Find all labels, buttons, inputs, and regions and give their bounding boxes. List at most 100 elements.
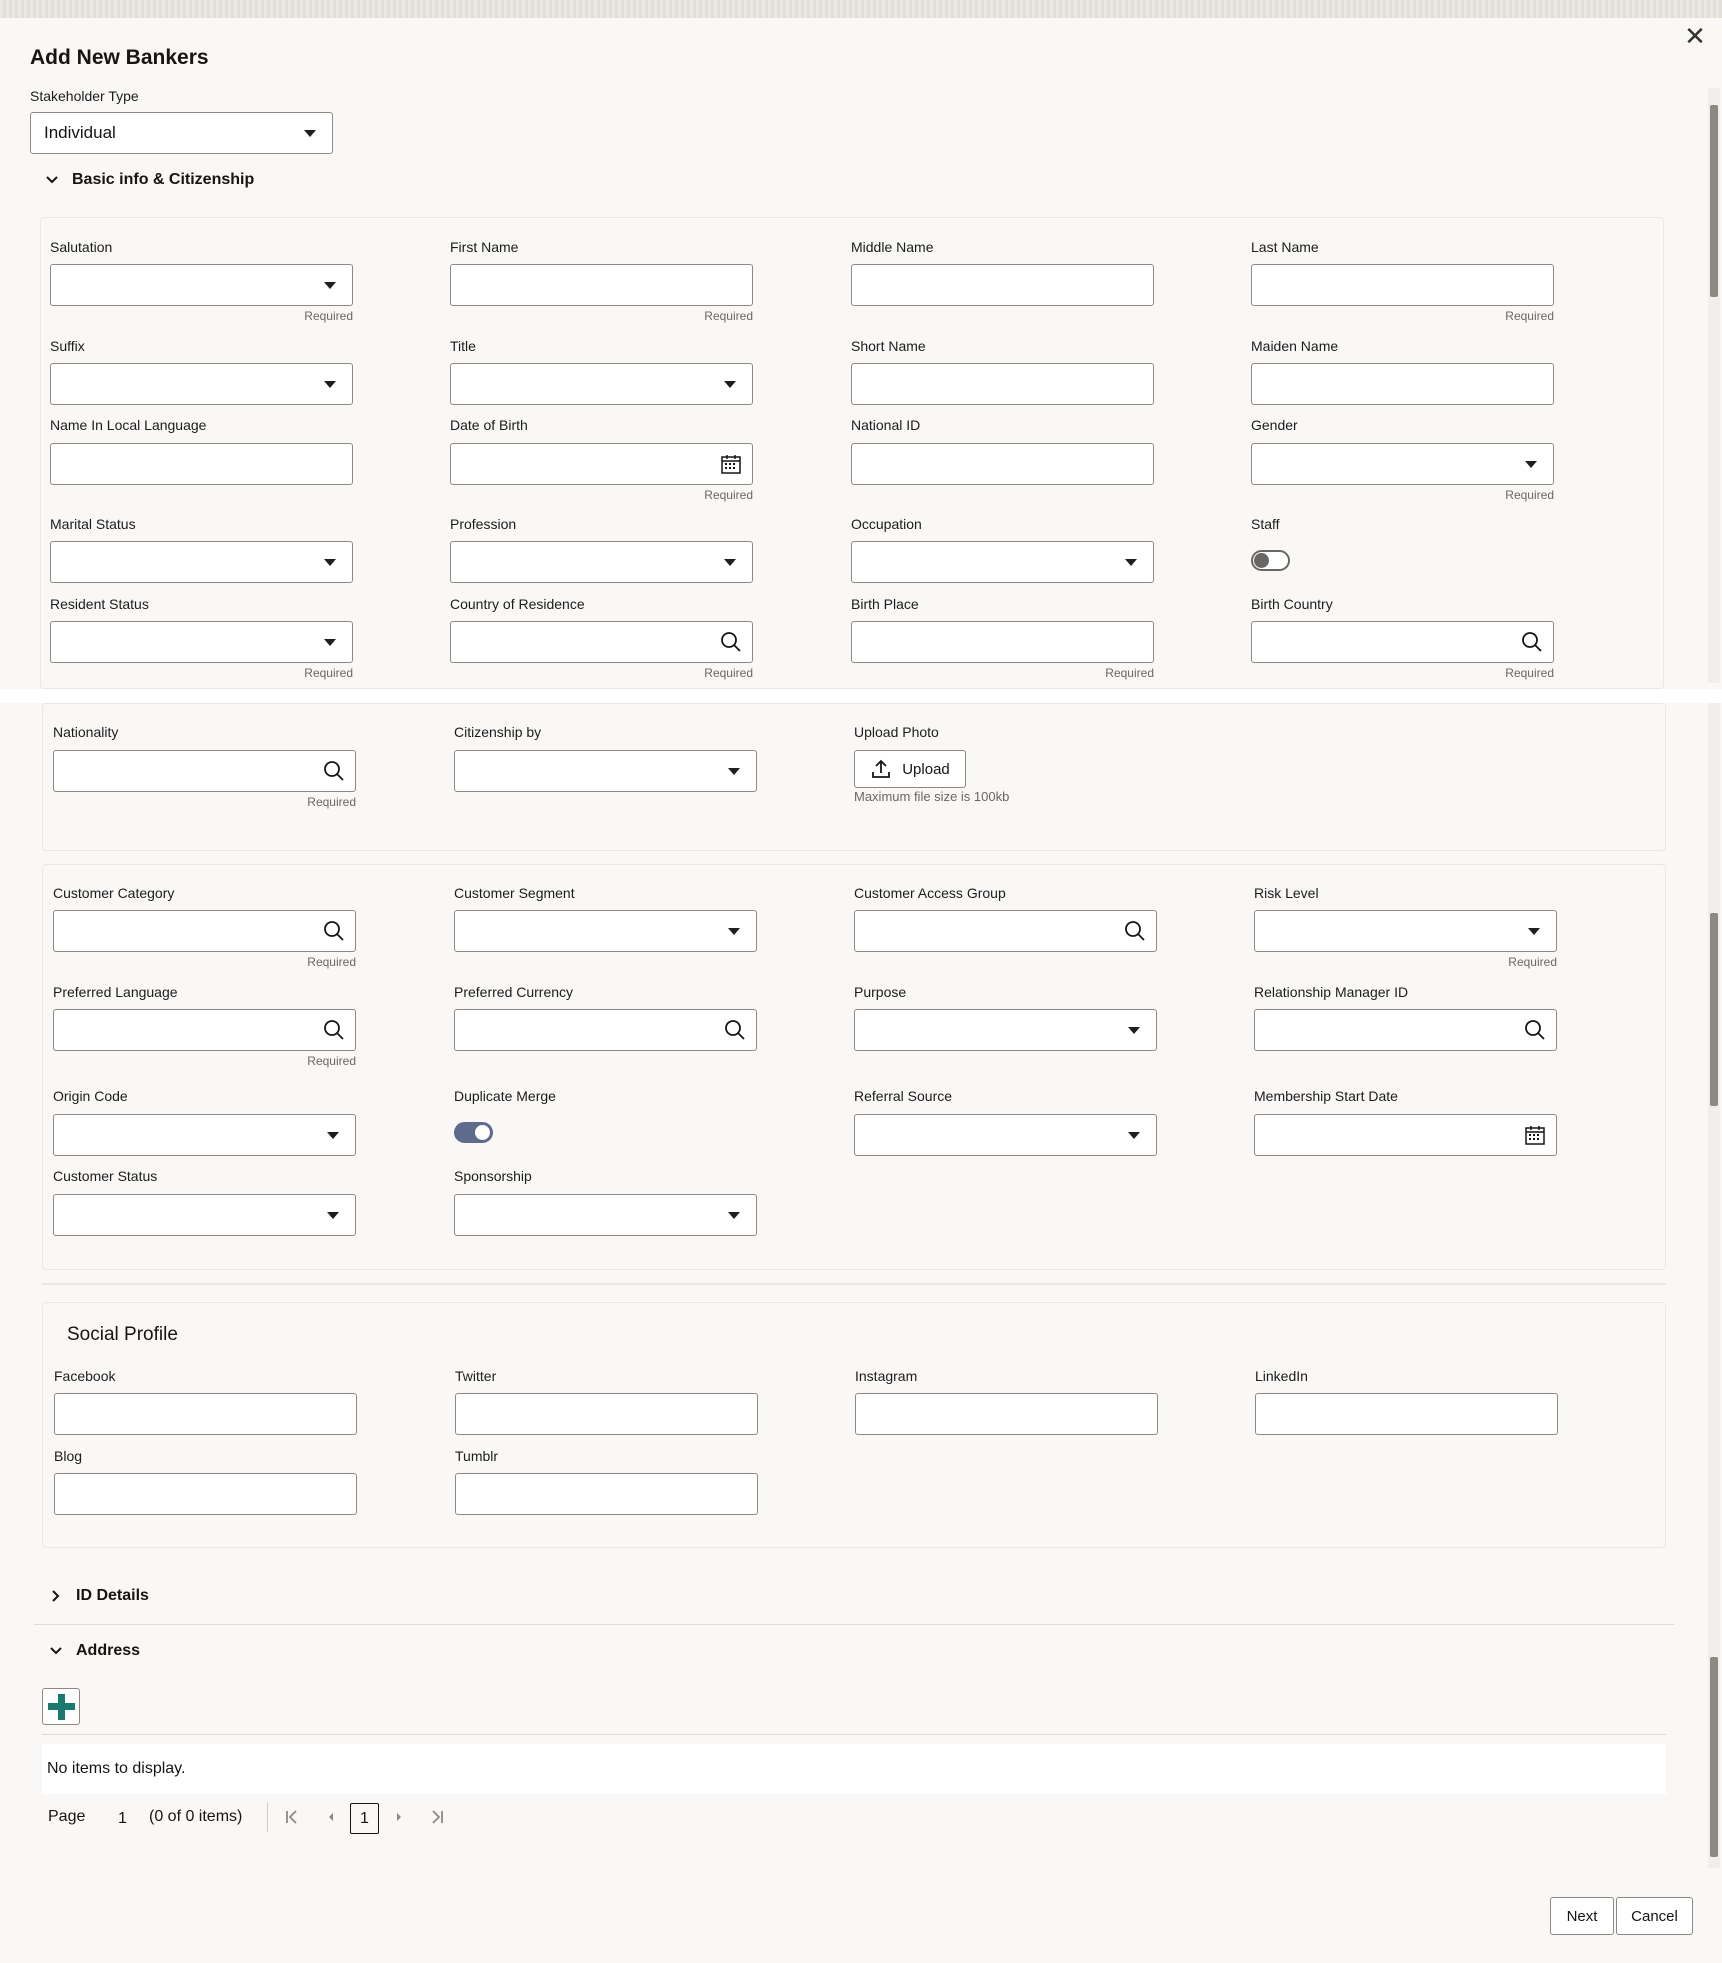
stakeholder-type-label: Stakeholder Type <box>30 88 139 104</box>
scrollbar-bottom[interactable] <box>1708 703 1720 1868</box>
facebook-label: Facebook <box>54 1368 116 1384</box>
calendar-icon[interactable] <box>1524 1124 1546 1146</box>
scrollbar-thumb[interactable] <box>1710 1657 1718 1857</box>
marital-status-label: Marital Status <box>50 516 136 532</box>
search-icon[interactable] <box>323 1019 345 1041</box>
toggle-knob <box>1254 553 1269 568</box>
rm-id-input[interactable] <box>1254 1009 1557 1051</box>
stakeholder-type-select[interactable]: Individual <box>30 112 333 154</box>
last-name-input[interactable] <box>1251 264 1554 306</box>
next-page-icon[interactable] <box>390 1808 408 1826</box>
search-icon[interactable] <box>1521 631 1543 653</box>
close-icon[interactable]: ✕ <box>1683 23 1707 49</box>
maiden-name-input[interactable] <box>1251 363 1554 405</box>
search-icon[interactable] <box>323 760 345 782</box>
last-name-required: Required <box>1505 309 1554 323</box>
preferred-currency-input[interactable] <box>454 1009 757 1051</box>
scrollbar-thumb[interactable] <box>1710 105 1718 297</box>
title-select[interactable] <box>450 363 753 405</box>
purpose-select[interactable] <box>854 1009 1157 1051</box>
resident-status-required: Required <box>304 666 353 680</box>
search-icon[interactable] <box>323 920 345 942</box>
birth-place-label: Birth Place <box>851 596 919 612</box>
customer-access-input[interactable] <box>854 910 1157 952</box>
section-divider <box>34 1624 1674 1625</box>
address-header[interactable]: Address <box>50 1642 140 1660</box>
blog-input[interactable] <box>54 1473 357 1515</box>
twitter-input[interactable] <box>455 1393 758 1435</box>
next-button[interactable]: Next <box>1550 1897 1614 1935</box>
id-details-header[interactable]: ID Details <box>50 1587 149 1605</box>
profession-select[interactable] <box>450 541 753 583</box>
duplicate-merge-label: Duplicate Merge <box>454 1088 556 1104</box>
sponsorship-select[interactable] <box>454 1194 757 1236</box>
marital-status-select[interactable] <box>50 541 353 583</box>
previous-page-icon[interactable] <box>322 1808 340 1826</box>
search-icon[interactable] <box>1124 920 1146 942</box>
birth-country-input[interactable] <box>1251 621 1554 663</box>
country-residence-input[interactable] <box>450 621 753 663</box>
current-page-button[interactable]: 1 <box>350 1803 379 1834</box>
occupation-select[interactable] <box>851 541 1154 583</box>
first-name-required: Required <box>704 309 753 323</box>
add-address-button[interactable] <box>42 1688 80 1725</box>
upload-photo-label: Upload Photo <box>854 724 939 740</box>
local-name-input[interactable] <box>50 443 353 485</box>
staff-toggle[interactable] <box>1251 550 1290 571</box>
gender-select[interactable] <box>1251 443 1554 485</box>
customer-status-select[interactable] <box>53 1194 356 1236</box>
short-name-input[interactable] <box>851 363 1154 405</box>
instagram-input[interactable] <box>855 1393 1158 1435</box>
calendar-icon[interactable] <box>720 453 742 475</box>
resident-status-label: Resident Status <box>50 596 149 612</box>
birth-place-required: Required <box>1105 666 1154 680</box>
first-name-input[interactable] <box>450 264 753 306</box>
scrollbar-top[interactable] <box>1708 88 1720 683</box>
upload-hint: Maximum file size is 100kb <box>854 789 1010 804</box>
cancel-button[interactable]: Cancel <box>1616 1897 1693 1935</box>
linkedin-label: LinkedIn <box>1255 1368 1308 1384</box>
suffix-select[interactable] <box>50 363 353 405</box>
salutation-select[interactable] <box>50 264 353 306</box>
scrollbar-thumb[interactable] <box>1710 913 1718 1106</box>
membership-start-input[interactable] <box>1254 1114 1557 1156</box>
referral-source-select[interactable] <box>854 1114 1157 1156</box>
dob-input[interactable] <box>450 443 753 485</box>
linkedin-input[interactable] <box>1255 1393 1558 1435</box>
risk-level-select[interactable] <box>1254 910 1557 952</box>
nationality-label: Nationality <box>53 724 119 740</box>
membership-start-label: Membership Start Date <box>1254 1088 1398 1104</box>
dob-label: Date of Birth <box>450 417 528 433</box>
gender-label: Gender <box>1251 417 1298 433</box>
table-divider <box>42 1734 1666 1735</box>
gender-required: Required <box>1505 488 1554 502</box>
basic-info-header[interactable]: Basic info & Citizenship <box>46 171 254 189</box>
page-input[interactable]: 1 <box>118 1810 127 1828</box>
customer-category-input[interactable] <box>53 910 356 952</box>
middle-name-input[interactable] <box>851 264 1154 306</box>
origin-code-select[interactable] <box>53 1114 356 1156</box>
first-page-icon[interactable] <box>283 1808 301 1826</box>
capture-seam <box>0 689 1722 703</box>
duplicate-merge-toggle[interactable] <box>454 1122 493 1143</box>
national-id-input[interactable] <box>851 443 1154 485</box>
birth-place-input[interactable] <box>851 621 1154 663</box>
upload-button[interactable]: Upload <box>854 750 966 788</box>
chevron-down-icon <box>46 176 58 184</box>
preferred-language-input[interactable] <box>53 1009 356 1051</box>
id-details-title: ID Details <box>76 1587 149 1604</box>
country-residence-label: Country of Residence <box>450 596 585 612</box>
citizenship-select[interactable] <box>454 750 757 792</box>
resident-status-select[interactable] <box>50 621 353 663</box>
nationality-input[interactable] <box>53 750 356 792</box>
last-page-icon[interactable] <box>428 1808 446 1826</box>
customer-segment-select[interactable] <box>454 910 757 952</box>
search-icon[interactable] <box>724 1019 746 1041</box>
customer-category-required: Required <box>307 955 356 969</box>
customer-status-label: Customer Status <box>53 1168 158 1184</box>
search-icon[interactable] <box>720 631 742 653</box>
tumblr-input[interactable] <box>455 1473 758 1515</box>
facebook-input[interactable] <box>54 1393 357 1435</box>
pagination-separator <box>267 1802 268 1832</box>
search-icon[interactable] <box>1524 1019 1546 1041</box>
